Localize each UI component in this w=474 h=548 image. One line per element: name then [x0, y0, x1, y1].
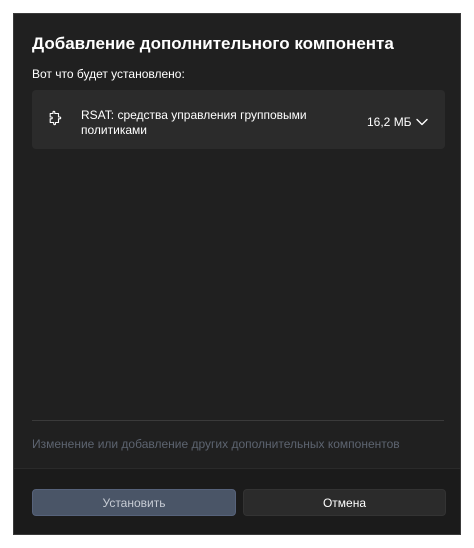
add-optional-feature-dialog: Добавление дополнительного компонента Во… [13, 13, 461, 535]
dialog-body: Добавление дополнительного компонента Во… [14, 14, 460, 471]
divider [32, 420, 444, 421]
dialog-title: Добавление дополнительного компонента [32, 34, 394, 53]
puzzle-piece-icon [46, 109, 66, 129]
chevron-down-icon[interactable] [415, 115, 429, 127]
cancel-button[interactable]: Отмена [243, 489, 446, 516]
component-card[interactable]: RSAT: средства управления групповыми пол… [32, 90, 445, 149]
install-button[interactable]: Установить [32, 489, 236, 516]
component-size: 16,2 МБ [367, 115, 412, 129]
dialog-footer: Установить Отмена [14, 468, 460, 534]
more-components-link[interactable]: Изменение или добавление других дополнит… [32, 437, 400, 451]
dialog-subtitle: Вот что будет установлено: [32, 67, 185, 81]
component-name: RSAT: средства управления групповыми пол… [81, 108, 307, 137]
